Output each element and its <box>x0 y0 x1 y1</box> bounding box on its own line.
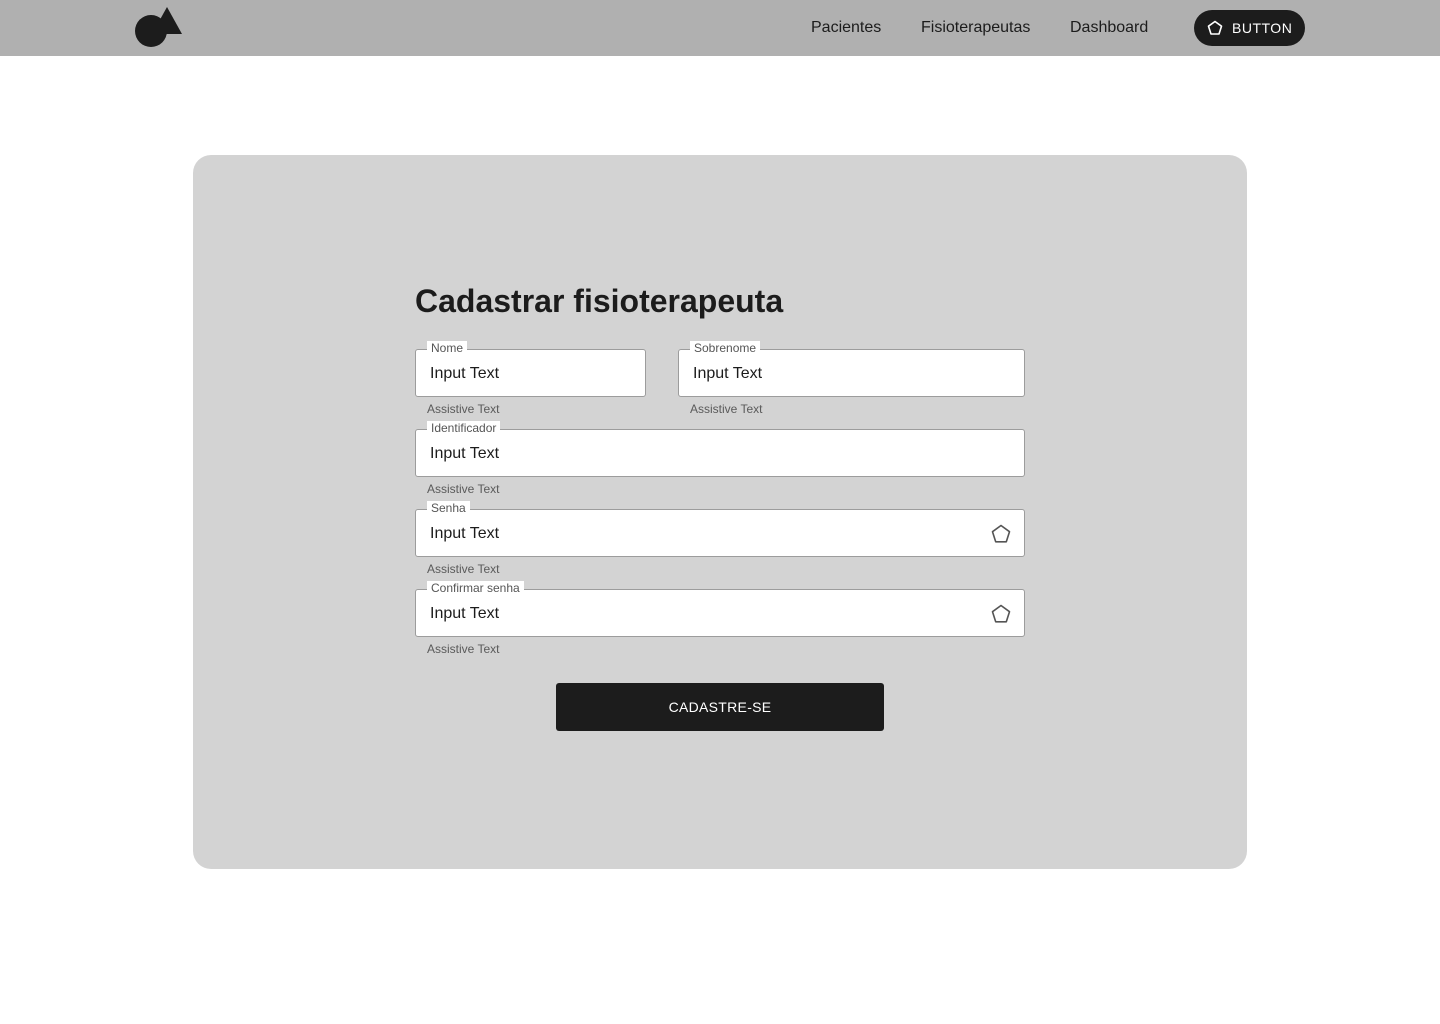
identificador-input[interactable] <box>430 442 974 466</box>
sobrenome-field[interactable]: Sobrenome <box>678 341 1025 397</box>
confirmar-senha-pentagon-icon[interactable] <box>990 603 1012 625</box>
nav-link-fisioterapeutas[interactable]: Fisioterapeutas <box>921 18 1030 38</box>
page-title: Cadastrar fisioterapeuta <box>415 283 784 319</box>
senha-input[interactable] <box>430 522 974 546</box>
senha-pentagon-icon[interactable] <box>990 523 1012 545</box>
header-button-label: BUTTON <box>1232 20 1293 36</box>
nome-assistive-text: Assistive Text <box>427 402 500 416</box>
senha-field[interactable]: Senha <box>415 501 1025 557</box>
identificador-label: Identificador <box>427 421 501 436</box>
top-navigation-bar: Pacientes Fisioterapeutas Dashboard BUTT… <box>0 0 1440 56</box>
sobrenome-label: Sobrenome <box>690 341 761 356</box>
nome-input[interactable] <box>430 362 595 386</box>
app-logo-icon[interactable] <box>134 6 182 48</box>
confirmar-senha-input[interactable] <box>430 602 974 626</box>
confirmar-senha-assistive-text: Assistive Text <box>427 642 500 656</box>
confirmar-senha-label: Confirmar senha <box>427 581 524 596</box>
identificador-assistive-text: Assistive Text <box>427 482 500 496</box>
nome-field[interactable]: Nome <box>415 341 646 397</box>
senha-assistive-text: Assistive Text <box>427 562 500 576</box>
cadastre-se-button[interactable]: CADASTRE-SE <box>556 683 884 731</box>
identificador-field[interactable]: Identificador <box>415 421 1025 477</box>
sobrenome-assistive-text: Assistive Text <box>690 402 763 416</box>
sobrenome-input[interactable] <box>693 362 974 386</box>
nav-link-pacientes[interactable]: Pacientes <box>811 18 881 38</box>
confirmar-senha-field[interactable]: Confirmar senha <box>415 581 1025 637</box>
nome-label: Nome <box>427 341 468 356</box>
header-button[interactable]: BUTTON <box>1194 10 1305 46</box>
nav-link-dashboard[interactable]: Dashboard <box>1070 18 1148 38</box>
pentagon-icon <box>1207 20 1223 36</box>
senha-label: Senha <box>427 501 470 516</box>
